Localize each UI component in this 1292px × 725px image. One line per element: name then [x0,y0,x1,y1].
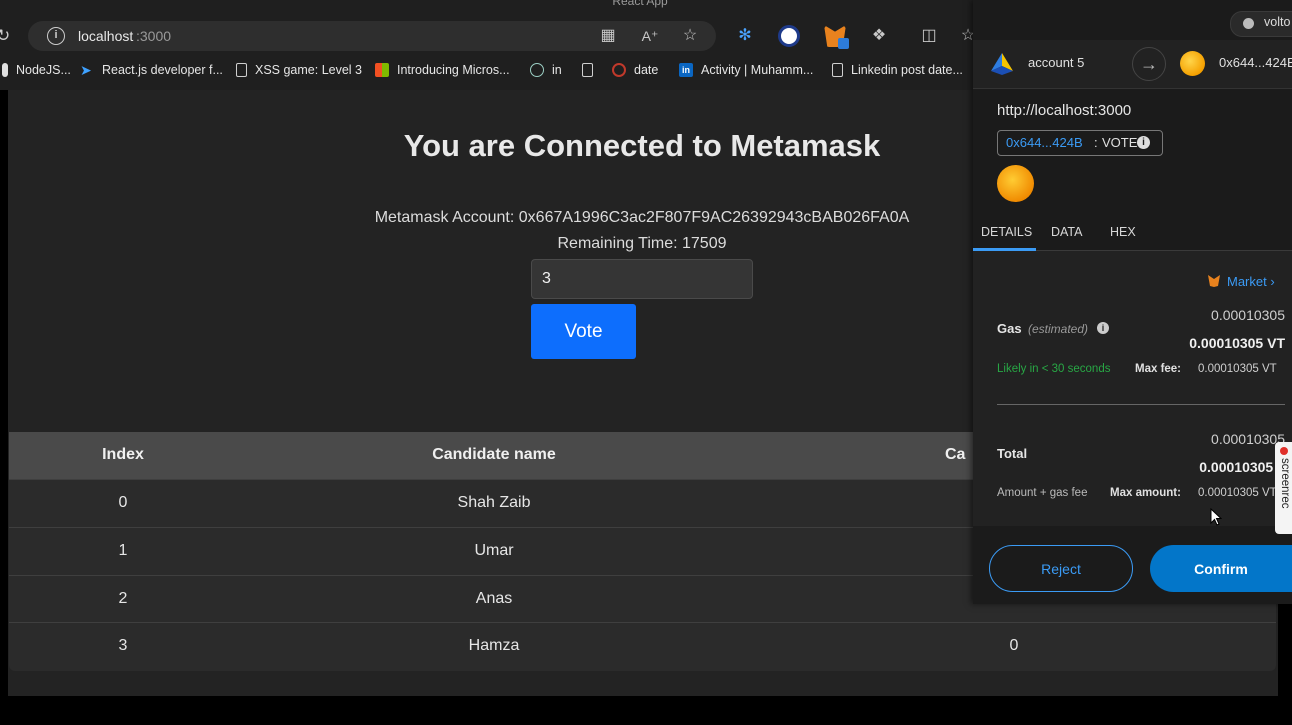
chevron-right-icon: › [1270,274,1275,289]
total-label: Total [997,446,1028,461]
header-vote-count: Ca [945,446,966,463]
table-row [9,622,1276,670]
window-title: React App [612,0,668,8]
apps-icon[interactable]: ▦ [598,26,618,46]
details-panel [973,251,1292,526]
page-icon [236,63,247,77]
likely-time: Likely in < 30 seconds [997,363,1111,375]
extension-icon[interactable]: ✻ [734,25,756,47]
reject-button[interactable]: Reject [989,545,1133,592]
gas-estimated-label: (estimated) [1028,322,1089,336]
metamask-badge-icon [838,38,849,49]
max-fee-value: 0.00010305 VT [1198,363,1277,375]
vote-button[interactable]: Vote [531,304,636,359]
reload-icon[interactable]: ↻ [0,26,12,46]
max-amount-label: Max amount: [1110,487,1181,499]
bookmark-label: date [634,63,659,77]
network-name: volto [1264,15,1291,29]
gas-total-value: 0.00010305 VT [1189,335,1285,351]
bookmark-introducing-microsoft[interactable]: Introducing Micros... [375,58,510,82]
bookmark-label: Linkedin post date... [851,63,963,77]
nodejs-icon [2,63,8,77]
page-icon [832,63,843,77]
react-bookmark-icon: ➤ [80,62,92,78]
shield-extension-icon[interactable] [778,25,800,47]
recipient-avatar-icon [1180,51,1205,76]
recipient-address[interactable]: 0x644...424B [1219,55,1292,70]
cell-name: Umar [474,542,514,559]
gas-info-icon[interactable]: i [1097,322,1109,334]
screenrec-label: screenrec [1279,458,1291,509]
extensions-puzzle-icon[interactable]: ❖ [869,26,889,46]
bookmark-label: NodeJS... [16,63,71,77]
site-avatar-icon [997,165,1034,202]
market-label: Market [1227,274,1267,289]
bookmark-linkedin-post-date[interactable]: Linkedin post date... [832,58,963,82]
cell-name: Shah Zaib [457,494,531,511]
network-icon [1243,18,1254,29]
market-link[interactable]: Market › [1227,274,1275,289]
from-account-name[interactable]: account 5 [1028,55,1084,70]
tab-details[interactable]: DETAILS [981,225,1032,239]
cell-index: 2 [118,590,128,607]
url-host[interactable]: localhost [78,27,133,45]
fox-market-icon [1208,275,1220,287]
bookmark-label: Activity | Muhamm... [701,63,814,77]
url-port[interactable]: :3000 [136,27,171,45]
cell-index: 3 [118,637,128,654]
split-screen-icon[interactable]: ◫ [919,26,939,46]
cell-count: 0 [1009,637,1019,654]
bookmark-date[interactable]: date [612,58,658,82]
tab-data[interactable]: DATA [1051,225,1082,239]
cell-name: Anas [475,590,513,607]
bottom-bar [0,696,1292,725]
bookmark-nodejs[interactable]: NodeJS... [2,58,71,82]
cell-name: Hamza [468,637,520,654]
gas-value: 0.00010305 [1211,307,1285,323]
page-icon [582,63,593,77]
cell-index: 1 [118,542,128,559]
confirm-button[interactable]: Confirm [1150,545,1292,592]
chatgpt-icon [530,63,544,77]
bookmark-chatgpt[interactable]: in [530,58,562,82]
microsoft-icon [375,63,389,77]
bookmark-react-developer[interactable]: ➤ React.js developer f... [80,58,223,82]
favorite-star-icon[interactable]: ☆ [680,26,700,46]
contract-address[interactable]: 0x644...424B [1006,135,1083,150]
request-origin: http://localhost:3000 [997,102,1132,119]
total-fiat-value: 0.00010305 VT [1199,459,1292,475]
account-avatar-icon [991,53,1013,75]
mouse-cursor-icon [1210,508,1222,526]
bookmark-label: XSS game: Level 3 [255,63,363,77]
tab-hex[interactable]: HEX [1110,225,1136,239]
contract-method: VOTE [1102,135,1138,150]
contract-separator: : [1094,135,1098,150]
linkedin-icon: in [679,63,693,77]
bookmark-xss-game[interactable]: XSS game: Level 3 [236,58,362,82]
amount-gas-label: Amount + gas fee [997,487,1088,499]
total-value: 0.00010305 [1211,431,1285,447]
header-candidate-name: Candidate name [432,446,556,463]
gas-label: Gas [997,321,1022,336]
link-icon [612,63,626,77]
info-icon[interactable]: i [1137,136,1150,149]
bookmark-activity[interactable]: in Activity | Muhamm... [679,58,813,82]
site-info-icon[interactable]: i [47,27,65,45]
header-index: Index [102,446,144,463]
read-aloud-icon[interactable]: A⁺ [640,26,660,46]
bookmark-label: React.js developer f... [102,63,223,77]
bookmark-page[interactable] [582,58,601,82]
vote-index-input[interactable] [531,259,753,299]
arrow-right-icon: → [1132,47,1166,81]
details-divider [997,404,1285,405]
record-icon [1280,447,1288,455]
bookmark-label: in [552,63,562,77]
bookmark-label: Introducing Micros... [397,63,510,77]
cell-index: 0 [118,494,128,511]
max-fee-label: Max fee: [1135,363,1182,375]
